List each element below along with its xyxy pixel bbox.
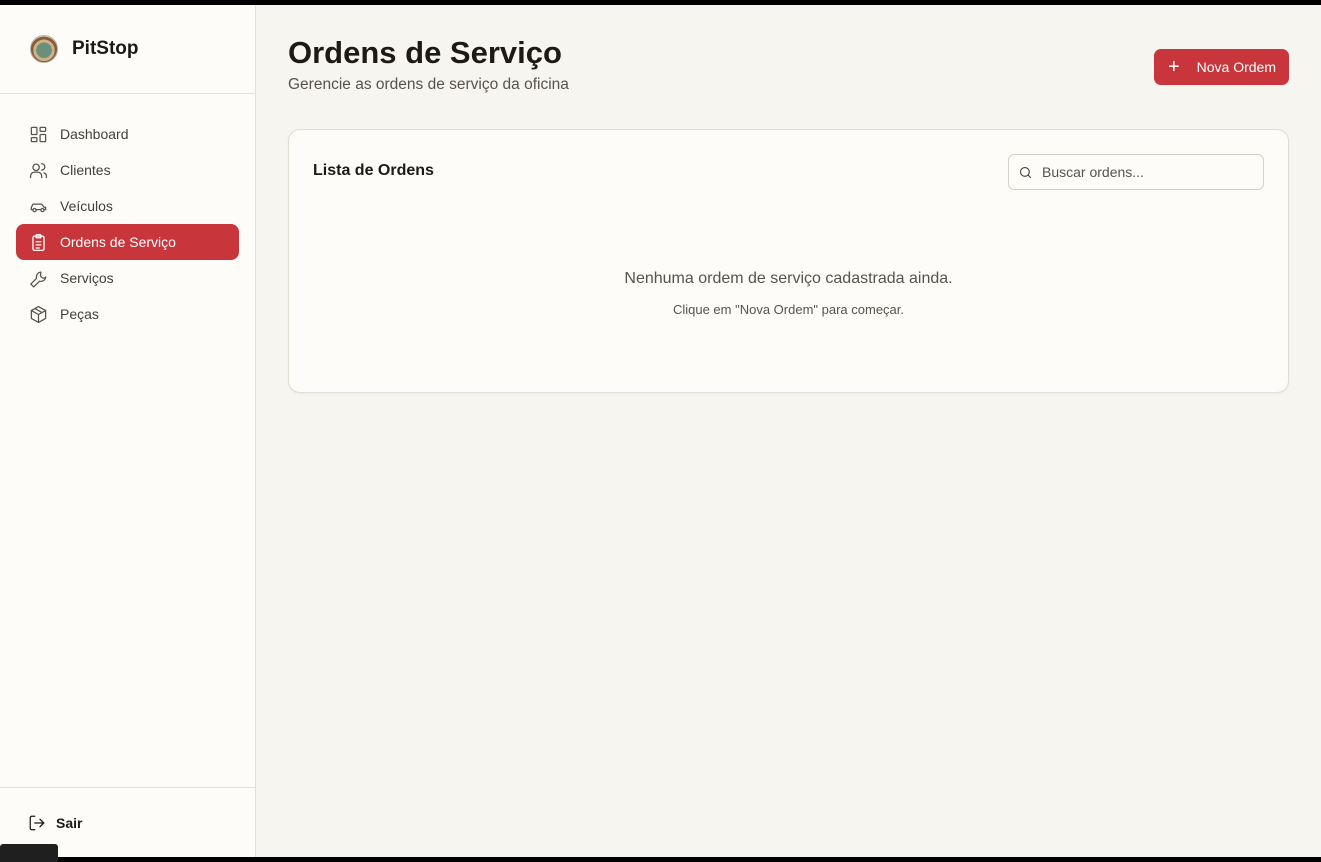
brand[interactable]: PitStop bbox=[0, 5, 255, 94]
main-content: Ordens de Serviço Gerencie as ordens de … bbox=[256, 5, 1321, 857]
orders-card: Lista de Ordens Nenhuma ordem de serviço… bbox=[288, 129, 1289, 393]
sidebar-item-servicos[interactable]: Serviços bbox=[16, 260, 239, 296]
new-order-button[interactable]: + Nova Ordem bbox=[1153, 49, 1289, 85]
new-order-label: Nova Ordem bbox=[1196, 59, 1276, 75]
sidebar-item-label: Clientes bbox=[60, 162, 111, 178]
sidebar-item-pecas[interactable]: Peças bbox=[16, 296, 239, 332]
sidebar-item-veiculos[interactable]: Veículos bbox=[16, 188, 239, 224]
clipboard-icon bbox=[28, 232, 48, 252]
search-icon bbox=[1019, 166, 1032, 178]
sidebar-item-label: Veículos bbox=[60, 198, 113, 214]
page-subtitle: Gerencie as ordens de serviço da oficina bbox=[288, 76, 569, 93]
empty-state-hint: Clique em "Nova Ordem" para começar. bbox=[672, 302, 905, 317]
plus-icon: + bbox=[1167, 56, 1180, 78]
search-input[interactable] bbox=[1042, 164, 1242, 180]
logout-icon bbox=[29, 815, 45, 830]
package-icon bbox=[28, 304, 48, 324]
tooltip-stub bbox=[0, 844, 58, 862]
dashboard-icon bbox=[28, 124, 48, 144]
sidebar-nav: Dashboard Clientes Veículos Ordens de Se… bbox=[0, 94, 255, 332]
card-title: Lista de Ordens bbox=[313, 162, 434, 179]
sidebar-item-label: Peças bbox=[60, 306, 99, 322]
users-icon bbox=[28, 160, 48, 180]
sidebar-item-dashboard[interactable]: Dashboard bbox=[16, 116, 239, 152]
sidebar-item-clientes[interactable]: Clientes bbox=[16, 152, 239, 188]
logo-icon bbox=[30, 35, 58, 63]
app-window: PitStop Dashboard Clientes Veículos Orde… bbox=[0, 5, 1321, 862]
empty-state-message: Nenhuma ordem de serviço cadastrada aind… bbox=[624, 270, 953, 287]
sidebar-item-label: Dashboard bbox=[60, 126, 129, 142]
search-box[interactable] bbox=[1008, 154, 1264, 190]
page-title: Ordens de Serviço bbox=[288, 35, 562, 70]
brand-name: PitStop bbox=[72, 38, 139, 59]
logout-label: Sair bbox=[56, 814, 83, 831]
sidebar-item-ordens-de-servico[interactable]: Ordens de Serviço bbox=[16, 224, 239, 260]
sidebar-item-label: Ordens de Serviço bbox=[60, 234, 176, 250]
logout-button[interactable]: Sair bbox=[28, 814, 82, 832]
wrench-icon bbox=[28, 268, 48, 288]
sidebar: PitStop Dashboard Clientes Veículos Orde… bbox=[0, 5, 256, 862]
car-icon bbox=[28, 196, 48, 216]
sidebar-item-label: Serviços bbox=[60, 270, 114, 286]
